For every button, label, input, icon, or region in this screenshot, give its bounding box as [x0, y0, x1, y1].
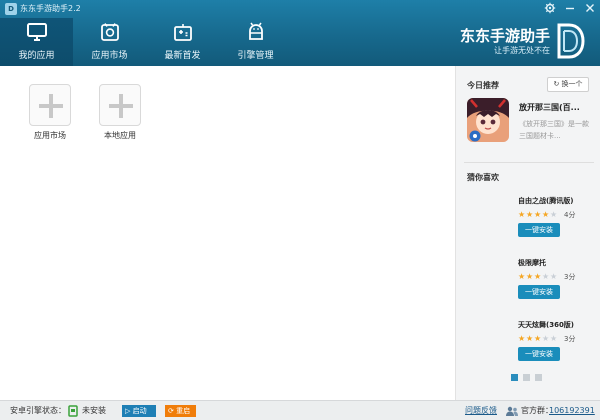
android-engine-icon: [68, 405, 78, 417]
star-icon: ★: [534, 210, 542, 219]
rec-name[interactable]: 极限摩托: [518, 258, 598, 268]
star-icon: ★: [542, 210, 550, 219]
feedback-link[interactable]: 问题反馈: [465, 405, 497, 417]
rec-name[interactable]: 自由之战(腾讯版): [518, 196, 598, 206]
brand-slogan: 让手游无处不在: [494, 45, 550, 55]
app-tile-label: 本地应用: [104, 131, 136, 140]
rating-score: 3分: [564, 335, 576, 343]
restart-engine-button[interactable]: ⟳ 重启: [165, 405, 196, 417]
star-icon: ★: [518, 334, 526, 343]
refresh-icon: ↻: [553, 80, 560, 88]
settings-icon[interactable]: [544, 2, 556, 14]
store-icon: [99, 22, 121, 42]
tab-engine[interactable]: 引擎管理: [219, 18, 292, 66]
featured-game-desc: 《放开那三国》是一款三国题材卡...: [519, 120, 589, 140]
rating: ★ ★ ★ ★ ★ 4分: [518, 210, 598, 220]
star-icon: ★: [550, 210, 558, 219]
brand: 东东手游助手 让手游无处不在: [460, 22, 586, 60]
star-icon: ★: [550, 334, 558, 343]
guess-title: 猜你喜欢: [467, 173, 499, 182]
star-icon: ★: [534, 334, 542, 343]
install-button[interactable]: 一键安装: [518, 285, 560, 299]
star-icon: ★: [526, 272, 534, 281]
pager-dot[interactable]: [523, 374, 530, 381]
featured-game-name[interactable]: 放开那三国(百...: [519, 102, 595, 113]
main-nav: 我的应用 应用市场 最新首发 引擎管理: [0, 18, 292, 66]
brand-name: 东东手游助手: [459, 26, 550, 45]
featured-game-icon[interactable]: [467, 98, 509, 142]
minimize-icon[interactable]: [564, 2, 576, 14]
title-bar: D 东东手游助手2.2: [0, 0, 600, 18]
monitor-icon: [26, 22, 48, 42]
restart-label: 重启: [176, 407, 191, 415]
rating-score: 3分: [564, 273, 576, 281]
refresh-icon: ⟳: [168, 407, 174, 415]
app-logo-icon: D: [5, 3, 17, 15]
sidebar-divider: [464, 162, 594, 163]
header: D 东东手游助手2.2 我的应用 应用市场 最新首发 引擎管理 东东手游助手 让…: [0, 0, 600, 66]
group-icon: [505, 406, 519, 416]
tab-engine-label: 引擎管理: [237, 51, 274, 61]
install-button[interactable]: 一键安装: [518, 223, 560, 237]
star-icon: ★: [550, 272, 558, 281]
today-title: 今日推荐: [467, 81, 499, 90]
pager-dot[interactable]: [535, 374, 542, 381]
close-icon[interactable]: [584, 2, 596, 14]
start-engine-button[interactable]: ▷ 启动: [122, 405, 156, 417]
status-bar: 安卓引擎状态： 未安装 ▷ 启动 ⟳ 重启 问题反馈 官方群： 10619239…: [0, 400, 600, 420]
star-icon: ★: [526, 210, 534, 219]
start-label: 启动: [132, 407, 147, 415]
rec-item: 极限摩托 ★ ★ ★ ★ ★ 3分 一键安装: [518, 258, 598, 299]
engine-status-label: 安卓引擎状态：: [10, 406, 66, 415]
pager: [511, 374, 542, 381]
tab-my-apps-label: 我的应用: [18, 51, 55, 61]
rec-item: 天天炫舞(360版) ★ ★ ★ ★ ★ 3分 一键安装: [518, 320, 598, 361]
star-icon: ★: [518, 272, 526, 281]
rating: ★ ★ ★ ★ ★ 3分: [518, 272, 598, 282]
engine-status-value: 未安装: [82, 406, 106, 415]
app-tile-market[interactable]: 应用市场: [28, 84, 72, 141]
install-button[interactable]: 一键安装: [518, 347, 560, 361]
window-controls: [544, 2, 596, 14]
rating-score: 4分: [564, 211, 576, 219]
app-tile-label: 应用市场: [34, 131, 66, 140]
rating: ★ ★ ★ ★ ★ 3分: [518, 334, 598, 344]
plus-icon: [99, 84, 141, 126]
app-tile-local[interactable]: 本地应用: [98, 84, 142, 141]
tab-latest[interactable]: 最新首发: [146, 18, 219, 66]
tab-app-market[interactable]: 应用市场: [73, 18, 146, 66]
android-icon: [245, 22, 267, 42]
pager-dot[interactable]: [511, 374, 518, 381]
tab-my-apps[interactable]: 我的应用: [0, 18, 73, 66]
group-number-link[interactable]: 106192391: [549, 405, 595, 417]
rec-name[interactable]: 天天炫舞(360版): [518, 320, 598, 330]
star-icon: ★: [542, 334, 550, 343]
tab-app-market-label: 应用市场: [91, 51, 128, 61]
tab-latest-label: 最新首发: [164, 51, 201, 61]
app-title: 东东手游助手2.2: [20, 4, 81, 13]
star-icon: ★: [542, 272, 550, 281]
star-icon: ★: [526, 334, 534, 343]
my-apps-panel: 应用市场 本地应用: [0, 66, 455, 400]
rec-item: 自由之战(腾讯版) ★ ★ ★ ★ ★ 4分 一键安装: [518, 196, 598, 237]
star-icon: ★: [518, 210, 526, 219]
play-icon: ▷: [125, 407, 131, 415]
star-icon: ★: [534, 272, 542, 281]
brand-logo-icon: [556, 22, 586, 60]
gamepad-icon: [172, 22, 194, 42]
recommend-sidebar: 今日推荐 ↻ 换一个 放开那三国(百... 《放开那三国》是一款三国题材卡...…: [455, 66, 600, 400]
swap-label: 换一个: [561, 80, 583, 88]
plus-icon: [29, 84, 71, 126]
swap-button[interactable]: ↻ 换一个: [547, 77, 589, 92]
